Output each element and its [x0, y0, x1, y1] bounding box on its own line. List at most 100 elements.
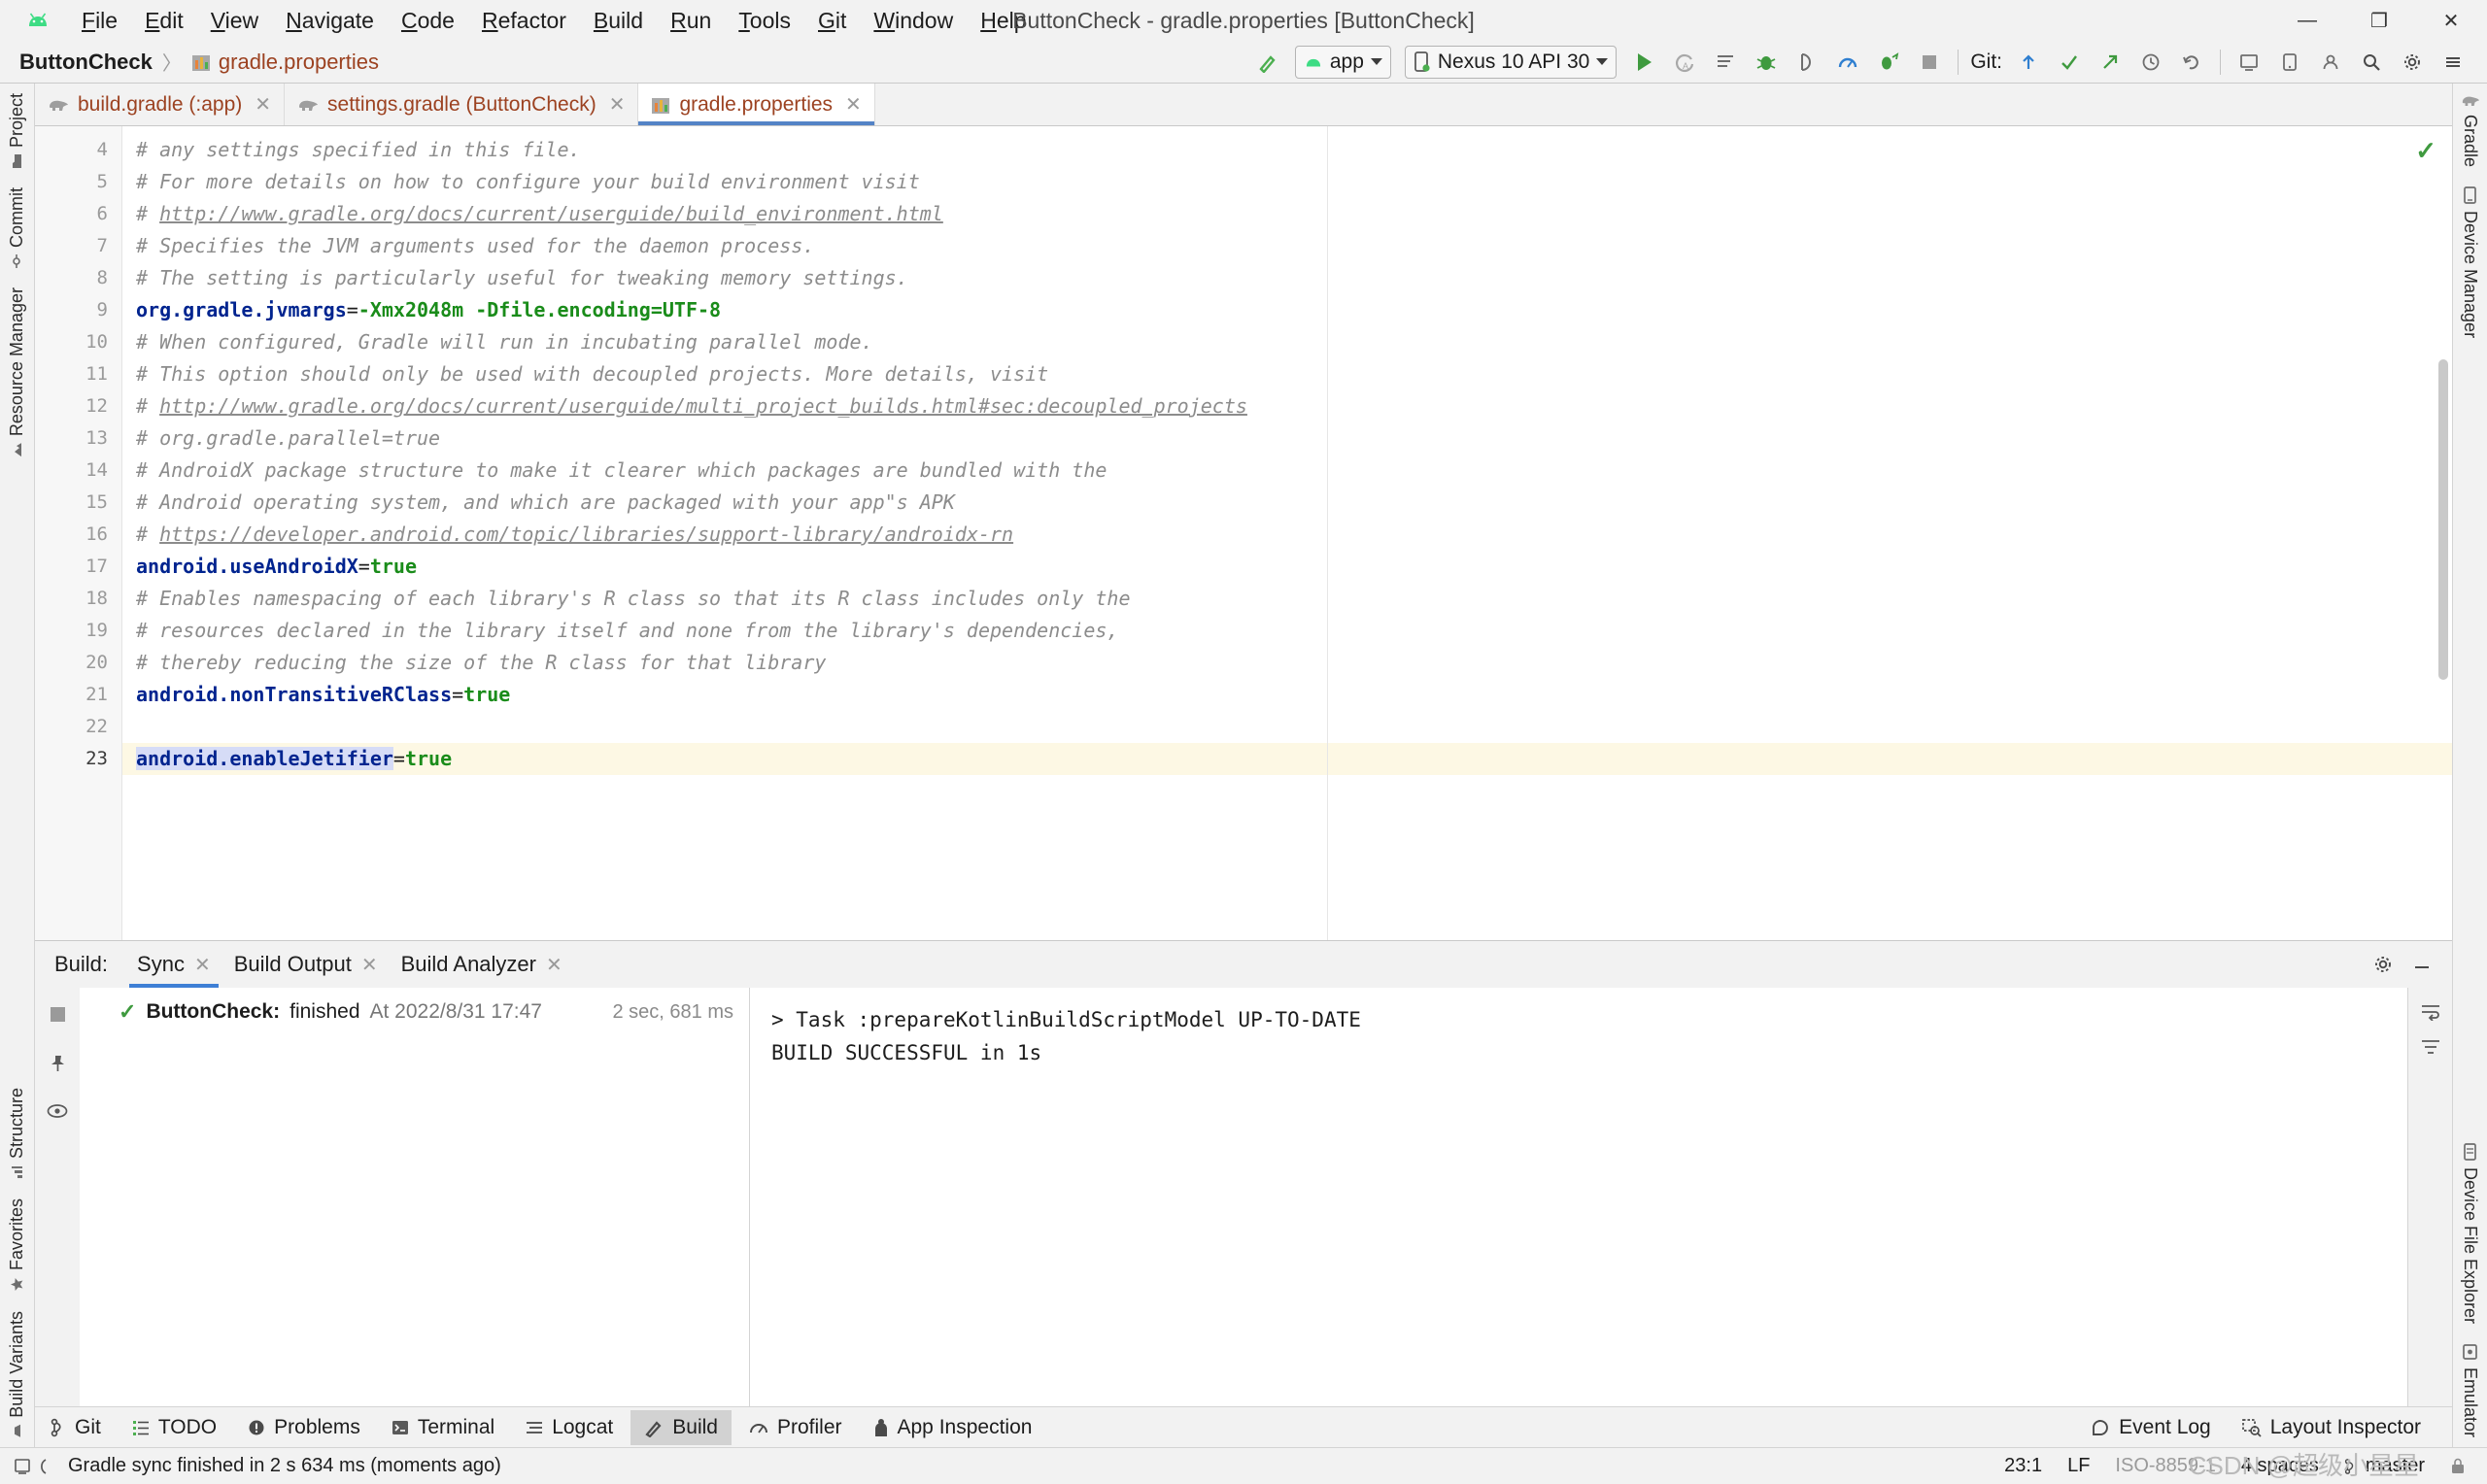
maximize-button[interactable]: ❐: [2343, 0, 2415, 41]
module-selector[interactable]: app: [1294, 45, 1391, 79]
code-line[interactable]: # This option should only be used with d…: [122, 358, 2452, 390]
build-tree[interactable]: ✓ ButtonCheck: finished At 2022/8/31 17:…: [80, 988, 750, 1406]
bottom-tool-layout-inspector[interactable]: Layout Inspector: [2229, 1410, 2435, 1445]
checkmark-icon[interactable]: ✓: [2415, 136, 2436, 166]
line-number[interactable]: 6: [35, 198, 121, 230]
code-line[interactable]: # any settings specified in this file.: [122, 134, 2452, 166]
line-separator[interactable]: LF: [2067, 1455, 2090, 1477]
line-number[interactable]: 4: [35, 134, 121, 166]
read-only-toggle-icon[interactable]: [2450, 1458, 2466, 1475]
bottom-tool-build[interactable]: Build: [630, 1409, 732, 1445]
sidebar-item-build-variants[interactable]: Build Variants: [5, 1301, 29, 1447]
hamburger-icon[interactable]: [2435, 44, 2471, 81]
editor-tab-build-gradle[interactable]: build.gradle (:app) ✕: [35, 84, 286, 125]
code-line[interactable]: # When configured, Gradle will run in in…: [122, 326, 2452, 358]
sidebar-item-structure[interactable]: Structure: [5, 1078, 29, 1189]
sidebar-item-favorites[interactable]: Favorites: [5, 1189, 29, 1301]
eye-icon[interactable]: [41, 1095, 74, 1128]
code-line[interactable]: android.enableJetifier=true: [122, 743, 2452, 775]
breadcrumb-file[interactable]: gradle.properties: [219, 50, 379, 75]
menu-window[interactable]: Window: [860, 5, 967, 37]
bottom-tool-problems[interactable]: Problems: [234, 1410, 374, 1445]
line-number[interactable]: 23: [35, 743, 121, 775]
line-number[interactable]: 20: [35, 647, 121, 679]
attach-debugger-icon[interactable]: [1789, 44, 1825, 81]
code-line[interactable]: org.gradle.jvmargs=-Xmx2048m -Dfile.enco…: [122, 294, 2452, 326]
menu-navigate[interactable]: Navigate: [272, 5, 388, 37]
bottom-tool-todo[interactable]: TODO: [119, 1410, 230, 1445]
caret-position[interactable]: 23:1: [2004, 1455, 2042, 1477]
line-number[interactable]: 15: [35, 487, 121, 519]
menu-refactor[interactable]: Refactor: [468, 5, 580, 37]
minimize-icon[interactable]: [2405, 948, 2438, 981]
build-tab-build-analyzer[interactable]: Build Analyzer ✕: [390, 941, 574, 988]
menu-view[interactable]: View: [197, 5, 272, 37]
push-arrow-icon[interactable]: [2092, 44, 2129, 81]
breadcrumb-project[interactable]: ButtonCheck: [19, 50, 153, 75]
sidebar-item-device-file-explorer[interactable]: Device File Explorer: [2458, 1133, 2482, 1333]
bottom-tool-terminal[interactable]: Terminal: [378, 1410, 508, 1445]
code-line[interactable]: # The setting is particularly useful for…: [122, 262, 2452, 294]
soft-wrap-icon[interactable]: [2420, 1003, 2441, 1021]
clock-icon[interactable]: [2132, 44, 2169, 81]
search-icon[interactable]: [2353, 44, 2390, 81]
line-number[interactable]: 19: [35, 615, 121, 647]
apply-changes-icon[interactable]: A: [1666, 44, 1703, 81]
line-number[interactable]: 18: [35, 583, 121, 615]
menu-file[interactable]: File: [68, 5, 131, 37]
line-number[interactable]: 13: [35, 422, 121, 455]
menu-code[interactable]: Code: [388, 5, 468, 37]
code-line[interactable]: android.useAndroidX=true: [122, 551, 2452, 583]
code-line[interactable]: # Specifies the JVM arguments used for t…: [122, 230, 2452, 262]
hammer-icon[interactable]: [1249, 44, 1286, 81]
code-line[interactable]: # AndroidX package structure to make it …: [122, 455, 2452, 487]
line-number[interactable]: 17: [35, 551, 121, 583]
code-line[interactable]: # org.gradle.parallel=true: [122, 422, 2452, 455]
indent-setting[interactable]: 4 spaces: [2241, 1455, 2319, 1477]
bottom-tool-profiler[interactable]: Profiler: [735, 1410, 856, 1445]
build-console[interactable]: > Task :prepareKotlinBuildScriptModel UP…: [750, 988, 2407, 1406]
close-icon[interactable]: ✕: [255, 92, 271, 117]
line-number[interactable]: 10: [35, 326, 121, 358]
gear-icon[interactable]: [2367, 948, 2400, 981]
close-icon[interactable]: ✕: [361, 953, 378, 977]
undo-icon[interactable]: [2173, 44, 2210, 81]
bottom-tool-logcat[interactable]: Logcat: [512, 1410, 627, 1445]
minimize-button[interactable]: —: [2271, 0, 2343, 41]
line-number[interactable]: 9: [35, 294, 121, 326]
filter-icon[interactable]: [2420, 1038, 2441, 1056]
code-line[interactable]: # https://developer.android.com/topic/li…: [122, 519, 2452, 551]
bottom-tool-event-log[interactable]: Event Log: [2077, 1410, 2225, 1445]
bottom-tool-app-inspection[interactable]: App Inspection: [860, 1410, 1046, 1445]
line-number[interactable]: 5: [35, 166, 121, 198]
line-number[interactable]: 22: [35, 711, 121, 743]
close-button[interactable]: ✕: [2415, 0, 2487, 41]
bug-icon[interactable]: [1748, 44, 1785, 81]
gear-icon[interactable]: [2394, 44, 2431, 81]
close-icon[interactable]: ✕: [609, 92, 626, 117]
sidebar-item-commit[interactable]: Commit: [5, 178, 29, 278]
editor-tab-settings-gradle[interactable]: settings.gradle (ButtonCheck) ✕: [285, 84, 639, 125]
build-tab-sync[interactable]: Sync ✕: [125, 941, 222, 988]
code-content[interactable]: # any settings specified in this file. # …: [122, 126, 2452, 940]
code-line[interactable]: # resources declared in the library itse…: [122, 615, 2452, 647]
code-line[interactable]: # http://www.gradle.org/docs/current/use…: [122, 198, 2452, 230]
line-number[interactable]: 12: [35, 390, 121, 422]
sidebar-item-gradle[interactable]: Gradle: [2458, 84, 2482, 177]
menu-help[interactable]: Help: [967, 5, 1039, 37]
avd-manager-icon[interactable]: [2271, 44, 2308, 81]
code-line[interactable]: # Android operating system, and which ar…: [122, 487, 2452, 519]
code-line[interactable]: # thereby reducing the size of the R cla…: [122, 647, 2452, 679]
check-icon[interactable]: [2051, 44, 2088, 81]
sidebar-item-device-manager[interactable]: Device Manager: [2458, 177, 2482, 348]
line-number[interactable]: 11: [35, 358, 121, 390]
line-number[interactable]: 8: [35, 262, 121, 294]
stop-icon[interactable]: [1911, 44, 1948, 81]
sidebar-item-resource-manager[interactable]: Resource Manager: [5, 278, 29, 466]
line-number[interactable]: 14: [35, 455, 121, 487]
code-editor[interactable]: 4 5 6 7 8 9 10 11 12 13 14 15 16 17 18 19 20 21 22 23 # any…: [35, 126, 2452, 940]
build-tree-row[interactable]: ✓ ButtonCheck: finished At 2022/8/31 17:…: [80, 988, 749, 1036]
line-number[interactable]: 16: [35, 519, 121, 551]
code-line[interactable]: # For more details on how to configure y…: [122, 166, 2452, 198]
coverage-icon[interactable]: [1870, 44, 1907, 81]
